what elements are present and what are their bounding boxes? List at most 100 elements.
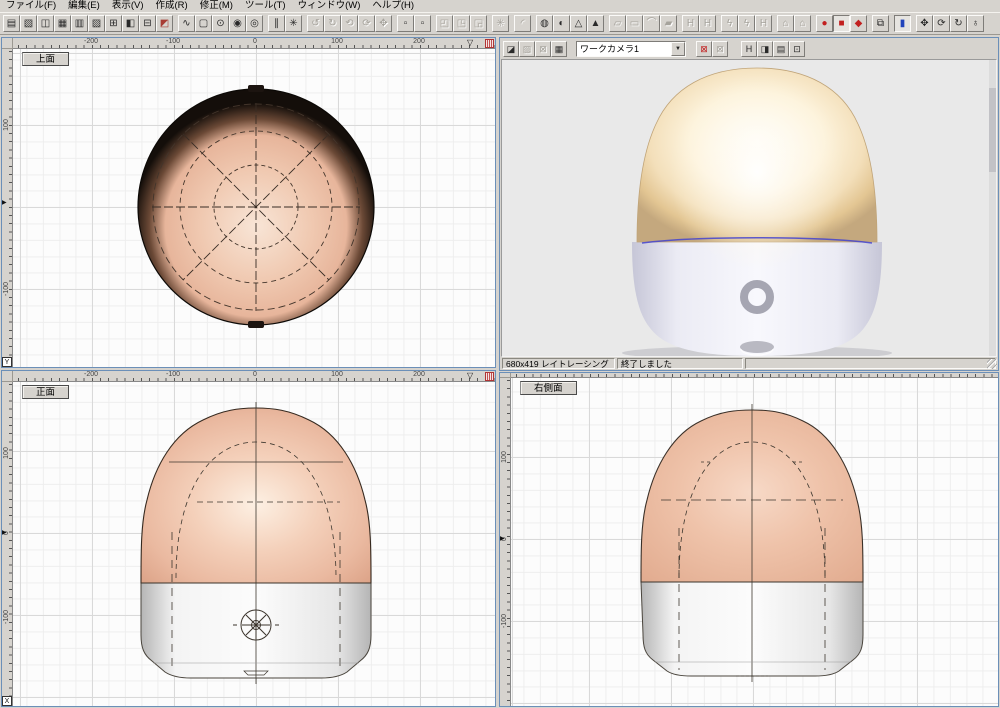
array-copy-icon[interactable]: ✥ [375,15,392,32]
cylinder-primitive-icon[interactable]: ▮ [894,15,911,32]
handle-h2-icon[interactable]: H [699,15,716,32]
vertical-ruler-top[interactable]: 100-100▶Y [2,49,13,367]
scrollbar-thumb[interactable] [989,88,996,172]
solid-render-icon[interactable]: ● [816,15,833,32]
menu-item-view[interactable]: 表示(V) [108,0,152,12]
blob-tool-icon[interactable]: ✳ [285,15,302,32]
home-delete-icon[interactable]: ⌂ [794,15,811,32]
scale-sphere-icon[interactable]: ◐ [553,15,570,32]
chevron-down-icon[interactable]: ▼ [671,42,685,56]
axis-badge[interactable]: X [2,696,12,706]
rotate-sphere-icon[interactable]: ◍ [536,15,553,32]
canvas-front-view[interactable]: 正面 [13,382,495,706]
display-mode-group: ●■◆ [816,15,867,32]
float-window-icon[interactable]: ◨ [757,41,773,57]
render-canvas[interactable] [501,59,997,357]
pane-split-icon[interactable]: ◲ [470,15,487,32]
rectangle-tool-icon[interactable]: ▢ [195,15,212,32]
uv-mode-icon[interactable]: ▫ [397,15,414,32]
plane-copy-icon[interactable]: ▭ [626,15,643,32]
tab-front-view[interactable]: 正面 [22,385,69,399]
light-view-icon[interactable]: ♁ [967,15,984,32]
vertical-ruler-front[interactable]: 1000-100▶X [2,382,13,706]
hatch-tool-icon[interactable]: ∥ [268,15,285,32]
handle-h-icon[interactable]: H [682,15,699,32]
dc-mode-icon[interactable]: ▫ [414,15,431,32]
handle-h3-icon[interactable]: H [755,15,772,32]
pane-right-icon[interactable]: ◳ [453,15,470,32]
control-bar-icon[interactable]: ▦ [54,15,71,32]
pane-left-icon[interactable]: ◰ [436,15,453,32]
browser-window-icon[interactable]: ▤ [3,15,20,32]
clear-buffer-icon[interactable]: ⊠ [712,41,728,57]
tab-top-view[interactable]: 上面 [22,52,69,66]
resize-grip[interactable] [987,359,997,369]
lightning-icon[interactable]: ϟ [721,15,738,32]
wire-cube-icon[interactable]: ■ [833,15,850,32]
status-empty [745,358,996,369]
print-icon[interactable]: ▤ [773,41,789,57]
home-icon[interactable]: ⌂ [777,15,794,32]
menu-item-modify[interactable]: 修正(M) [196,0,241,12]
save-image-icon[interactable]: H [741,41,757,57]
ruler-zero-marker[interactable]: ▶ [2,530,7,536]
plane-tool-icon[interactable]: ▱ [609,15,626,32]
textured-cube-icon[interactable]: ◆ [850,15,867,32]
cone-solid-icon[interactable]: ▲ [587,15,604,32]
menu-item-edit[interactable]: 編集(E) [64,0,108,12]
menu-item-file[interactable]: ファイル(F) [2,0,64,12]
burst-select-icon[interactable]: ✳ [492,15,509,32]
measure-window-icon[interactable]: ▥ [71,15,88,32]
axis-badge[interactable]: Y [2,357,12,367]
camera-select[interactable]: ワークカメラ1 ▼ [576,41,686,57]
ruler-zero-marker[interactable]: ▶ [2,200,7,206]
figure-window-icon[interactable]: ▧ [20,15,37,32]
script-window-icon[interactable]: ⊞ [105,15,122,32]
color-palette-icon[interactable]: ◩ [156,15,173,32]
surface-window-icon[interactable]: ◧ [122,15,139,32]
preview-icon[interactable]: ⊡ [789,41,805,57]
horizontal-ruler-front[interactable]: -200-1000100200▽ [13,371,495,382]
circle-tool-icon[interactable]: ⊙ [212,15,229,32]
ruler-lock-icon[interactable] [485,39,494,48]
menu-item-create[interactable]: 作成(R) [151,0,195,12]
render-area-icon[interactable]: ▨ [519,41,535,57]
ruler-pan-marker[interactable]: ▽ [467,371,473,381]
canvas-top-view[interactable]: 上面 [13,49,495,367]
polyline-tool-icon[interactable]: ∿ [178,15,195,32]
aggregate-palette-icon[interactable]: ◫ [37,15,54,32]
menu-item-tool[interactable]: ツール(T) [241,0,294,12]
layer-settings-icon[interactable]: ⊟ [139,15,156,32]
menu-item-window[interactable]: ウィンドウ(W) [294,0,369,12]
sphere-tool-icon[interactable]: ◉ [229,15,246,32]
horizontal-ruler-top[interactable]: -200-1000100200▽ [13,38,495,49]
render-options-icon[interactable]: ◪ [503,41,519,57]
rotate-view-icon[interactable]: ⟳ [933,15,950,32]
redo-rotate-icon[interactable]: ↻ [324,15,341,32]
dome-tool-icon[interactable]: ⌒ [643,15,660,32]
mirror-copy-icon[interactable]: ⟳ [358,15,375,32]
render-abort-icon[interactable]: ⊠ [535,41,551,57]
duplicate-window-icon[interactable]: ⧉ [872,15,889,32]
tab-side-view[interactable]: 右側面 [520,381,577,395]
ruler-pan-marker[interactable]: ▽ [467,38,473,48]
clear-image-icon[interactable]: ⊠ [696,41,712,57]
render-scrollbar[interactable] [989,60,996,356]
move-view-icon[interactable]: ✥ [916,15,933,32]
main-toolbar: ▤▧◫▦▥▨⊞◧⊟◩∿▢⊙◉◎∥✳↺↻⟲⟳✥▫▫◰◳◲✳◜◍◐△▲▱▭⌒▰HHϟ… [0,12,1000,35]
menu-item-help[interactable]: ヘルプ(H) [368,0,422,12]
undo-rotate-icon[interactable]: ↺ [307,15,324,32]
ruler-zero-marker[interactable]: ▶ [500,536,505,542]
cone-wire-icon[interactable]: △ [570,15,587,32]
link-copy-icon[interactable]: ⟲ [341,15,358,32]
plane-effect-icon[interactable]: ▰ [660,15,677,32]
canvas-side-view[interactable]: 右側面 [511,378,998,706]
lightning2-icon[interactable]: ϟ [738,15,755,32]
disk-tool-icon[interactable]: ◎ [246,15,263,32]
image-window-icon[interactable]: ▨ [88,15,105,32]
render-region-icon[interactable]: ▦ [551,41,567,57]
arc-handle-icon[interactable]: ◜ [514,15,531,32]
spin-view-icon[interactable]: ↻ [950,15,967,32]
vertical-ruler-side[interactable]: 1000-100▶ [500,378,511,706]
ruler-lock-icon[interactable] [485,372,494,381]
